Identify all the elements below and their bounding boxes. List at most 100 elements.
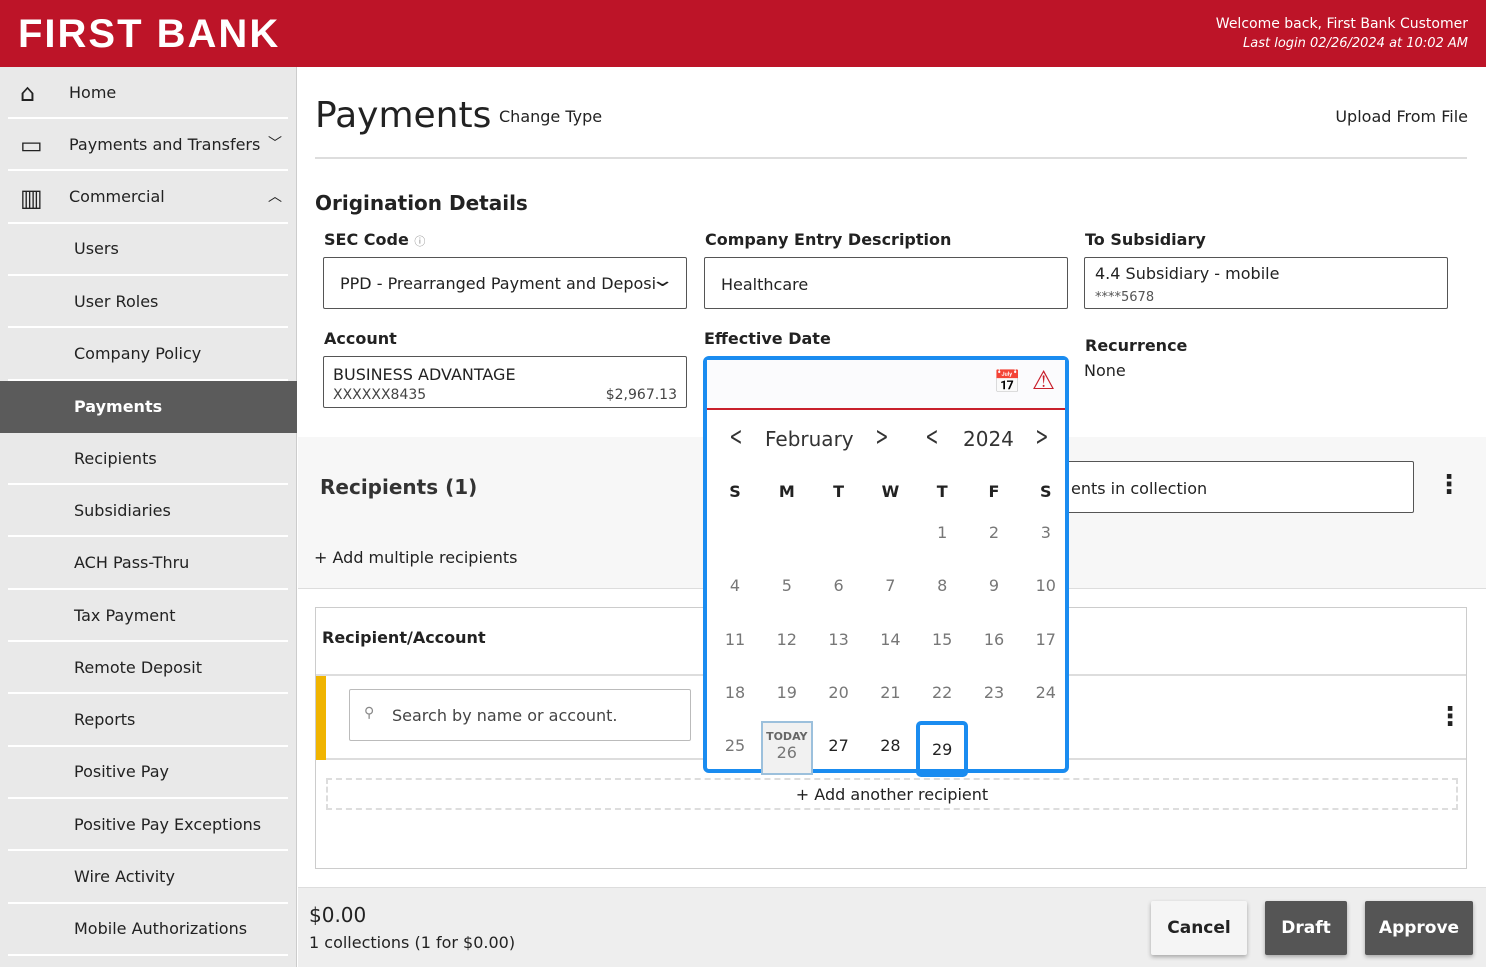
calendar-day: 10 bbox=[1035, 576, 1056, 596]
row-status-bar bbox=[316, 676, 326, 760]
calendar-day: 25 bbox=[724, 736, 746, 756]
sidebar-item-ach-pass-thru[interactable]: ACH Pass-Thru bbox=[8, 538, 288, 590]
prev-year-button[interactable]: < bbox=[925, 422, 938, 452]
recurrence-label: Recurrence bbox=[1085, 336, 1188, 355]
account-label: Account bbox=[324, 329, 397, 348]
effective-date-input[interactable]: 📅 ⚠ bbox=[707, 360, 1065, 410]
subsidiary-select[interactable]: 4.4 Subsidiary - mobile ****5678 bbox=[1084, 257, 1448, 309]
account-number: XXXXXX8435 bbox=[333, 387, 427, 403]
company-entry-value: Healthcare bbox=[721, 275, 809, 294]
sidebar-item-label: Commercial bbox=[69, 187, 165, 207]
effective-date-label: Effective Date bbox=[704, 329, 831, 348]
account-balance: $2,967.13 bbox=[605, 387, 677, 403]
calendar-day: 9 bbox=[988, 576, 1000, 596]
weekday-header: S bbox=[1040, 482, 1052, 501]
calendar-day: 11 bbox=[724, 629, 746, 649]
sidebar-item-label: Mobile Authorizations bbox=[74, 919, 248, 939]
calendar-day: 13 bbox=[828, 629, 849, 649]
calendar-day: 7 bbox=[885, 576, 896, 596]
sec-code-value: PPD - Prearranged Payment and Deposi bbox=[340, 274, 657, 293]
upload-from-file-link[interactable]: Upload From File bbox=[1335, 107, 1468, 126]
sidebar-item-label: Wire Activity bbox=[74, 867, 175, 886]
today-number: 26 bbox=[776, 743, 797, 763]
draft-button[interactable]: Draft bbox=[1265, 901, 1347, 955]
sidebar-item-payments[interactable]: Payments bbox=[0, 380, 297, 433]
sidebar-item-remote-deposit[interactable]: Remote Deposit bbox=[8, 642, 288, 695]
sidebar-item-label: Home bbox=[69, 82, 117, 102]
calendar-day-today[interactable]: TODAY 26 bbox=[760, 721, 813, 776]
column-header-recipient: Recipient/Account bbox=[322, 628, 486, 647]
account-select[interactable]: BUSINESS ADVANTAGE XXXXXX8435 $2,967.13 bbox=[323, 356, 687, 408]
calendar-day-selected[interactable]: 29 bbox=[916, 721, 969, 778]
company-entry-label: Company Entry Description bbox=[705, 230, 952, 249]
top-header: FIRST BANK Welcome back, First Bank Cust… bbox=[0, 0, 1486, 67]
calendar-day[interactable]: 27 bbox=[813, 736, 865, 755]
next-year-button[interactable]: > bbox=[1035, 422, 1048, 452]
sidebar-item-tax-payment[interactable]: Tax Payment bbox=[8, 590, 288, 642]
calendar-day[interactable]: 28 bbox=[864, 736, 916, 755]
calendar-icon[interactable]: 📅 bbox=[994, 370, 1021, 395]
warning-icon: ⚠ bbox=[1031, 366, 1055, 396]
calendar-day: 14 bbox=[880, 629, 901, 649]
subsidiary-label: To Subsidiary bbox=[1085, 230, 1206, 249]
sidebar-item-user-roles[interactable]: User Roles bbox=[8, 276, 288, 329]
more-options-icon[interactable]: ⋮ bbox=[1436, 472, 1462, 498]
sec-code-select[interactable]: PPD - Prearranged Payment and Deposi ⌄ bbox=[323, 257, 687, 309]
collection-filter-input[interactable]: ents in collection bbox=[1058, 461, 1414, 513]
sidebar-item-label: Subsidiaries bbox=[74, 500, 171, 520]
sidebar-item-payments-and-transfers[interactable]: ▭ Payments and Transfers ﹀ bbox=[8, 119, 288, 172]
calendar-day: 24 bbox=[1035, 682, 1056, 702]
calendar-day: 18 bbox=[724, 682, 746, 702]
add-another-recipient-button[interactable]: + Add another recipient bbox=[326, 778, 1458, 810]
divider bbox=[315, 157, 1467, 159]
weekday-header: F bbox=[988, 482, 1000, 501]
company-entry-input[interactable]: Healthcare bbox=[704, 257, 1068, 309]
collection-summary: 1 collections (1 for $0.00) bbox=[309, 933, 516, 952]
recipient-search-input[interactable]: ⚲ Search by name or account. bbox=[349, 689, 691, 741]
sidebar-item-mobile-authorizations[interactable]: Mobile Authorizations bbox=[8, 904, 288, 956]
sidebar-item-label: Positive Pay bbox=[74, 762, 169, 782]
sidebar-item-positive-pay-exceptions[interactable]: Positive Pay Exceptions bbox=[8, 799, 288, 852]
today-label: TODAY bbox=[766, 730, 808, 744]
sidebar-item-subsidiaries[interactable]: Subsidiaries bbox=[8, 485, 288, 538]
sidebar-item-label: User Roles bbox=[74, 291, 159, 311]
calendar-day: 16 bbox=[983, 629, 1005, 649]
calendar-day: 21 bbox=[880, 682, 901, 702]
sidebar-item-commercial[interactable]: ▥ Commercial ︿ bbox=[8, 172, 288, 224]
logo: FIRST BANK bbox=[18, 12, 281, 56]
help-icon[interactable]: ⓘ bbox=[414, 235, 425, 248]
sidebar-item-label: ACH Pass-Thru bbox=[74, 553, 190, 573]
sidebar-item-recipients[interactable]: Recipients bbox=[8, 433, 288, 486]
row-more-options-icon[interactable]: ⋮ bbox=[1437, 704, 1463, 730]
sec-code-label: SEC Code ⓘ bbox=[324, 230, 425, 249]
calendar-day: 17 bbox=[1035, 629, 1056, 649]
next-month-button[interactable]: > bbox=[875, 422, 888, 452]
chevron-down-icon[interactable]: ﹀ bbox=[268, 133, 282, 153]
sidebar-item-positive-pay[interactable]: Positive Pay bbox=[8, 747, 288, 799]
sidebar-item-home[interactable]: ⌂ Home bbox=[8, 67, 288, 119]
year-label: 2024 bbox=[963, 427, 1014, 451]
calendar-day: 15 bbox=[932, 629, 953, 649]
recurrence-value: None bbox=[1084, 361, 1126, 380]
sidebar-item-label: Tax Payment bbox=[74, 605, 176, 625]
add-multiple-recipients-link[interactable]: + Add multiple recipients bbox=[314, 548, 517, 567]
prev-month-button[interactable]: < bbox=[729, 422, 742, 452]
calendar-day: 5 bbox=[781, 576, 792, 596]
sidebar-item-users[interactable]: Users bbox=[8, 224, 288, 276]
last-login: Last login 02/26/2024 at 10:02 AM bbox=[1243, 36, 1468, 51]
home-icon: ⌂ bbox=[20, 79, 36, 107]
sidebar-item-reports[interactable]: Reports bbox=[8, 695, 288, 747]
welcome-text: Welcome back, First Bank Customer bbox=[1215, 16, 1468, 32]
cancel-button[interactable]: Cancel bbox=[1151, 901, 1247, 955]
sidebar-item-wire-activity[interactable]: Wire Activity bbox=[8, 852, 288, 904]
calendar-day: 20 bbox=[828, 682, 849, 702]
building-icon: ▥ bbox=[20, 183, 43, 212]
sidebar-item-company-policy[interactable]: Company Policy bbox=[8, 329, 288, 381]
calendar-day: 4 bbox=[729, 576, 741, 596]
recipients-heading: Recipients (1) bbox=[320, 475, 478, 499]
change-type-link[interactable]: Change Type bbox=[499, 107, 602, 126]
subsidiary-number: ****5678 bbox=[1095, 290, 1155, 305]
approve-button[interactable]: Approve bbox=[1365, 901, 1473, 955]
collection-filter-value: ents in collection bbox=[1071, 479, 1208, 498]
chevron-up-icon[interactable]: ︿ bbox=[268, 186, 282, 206]
